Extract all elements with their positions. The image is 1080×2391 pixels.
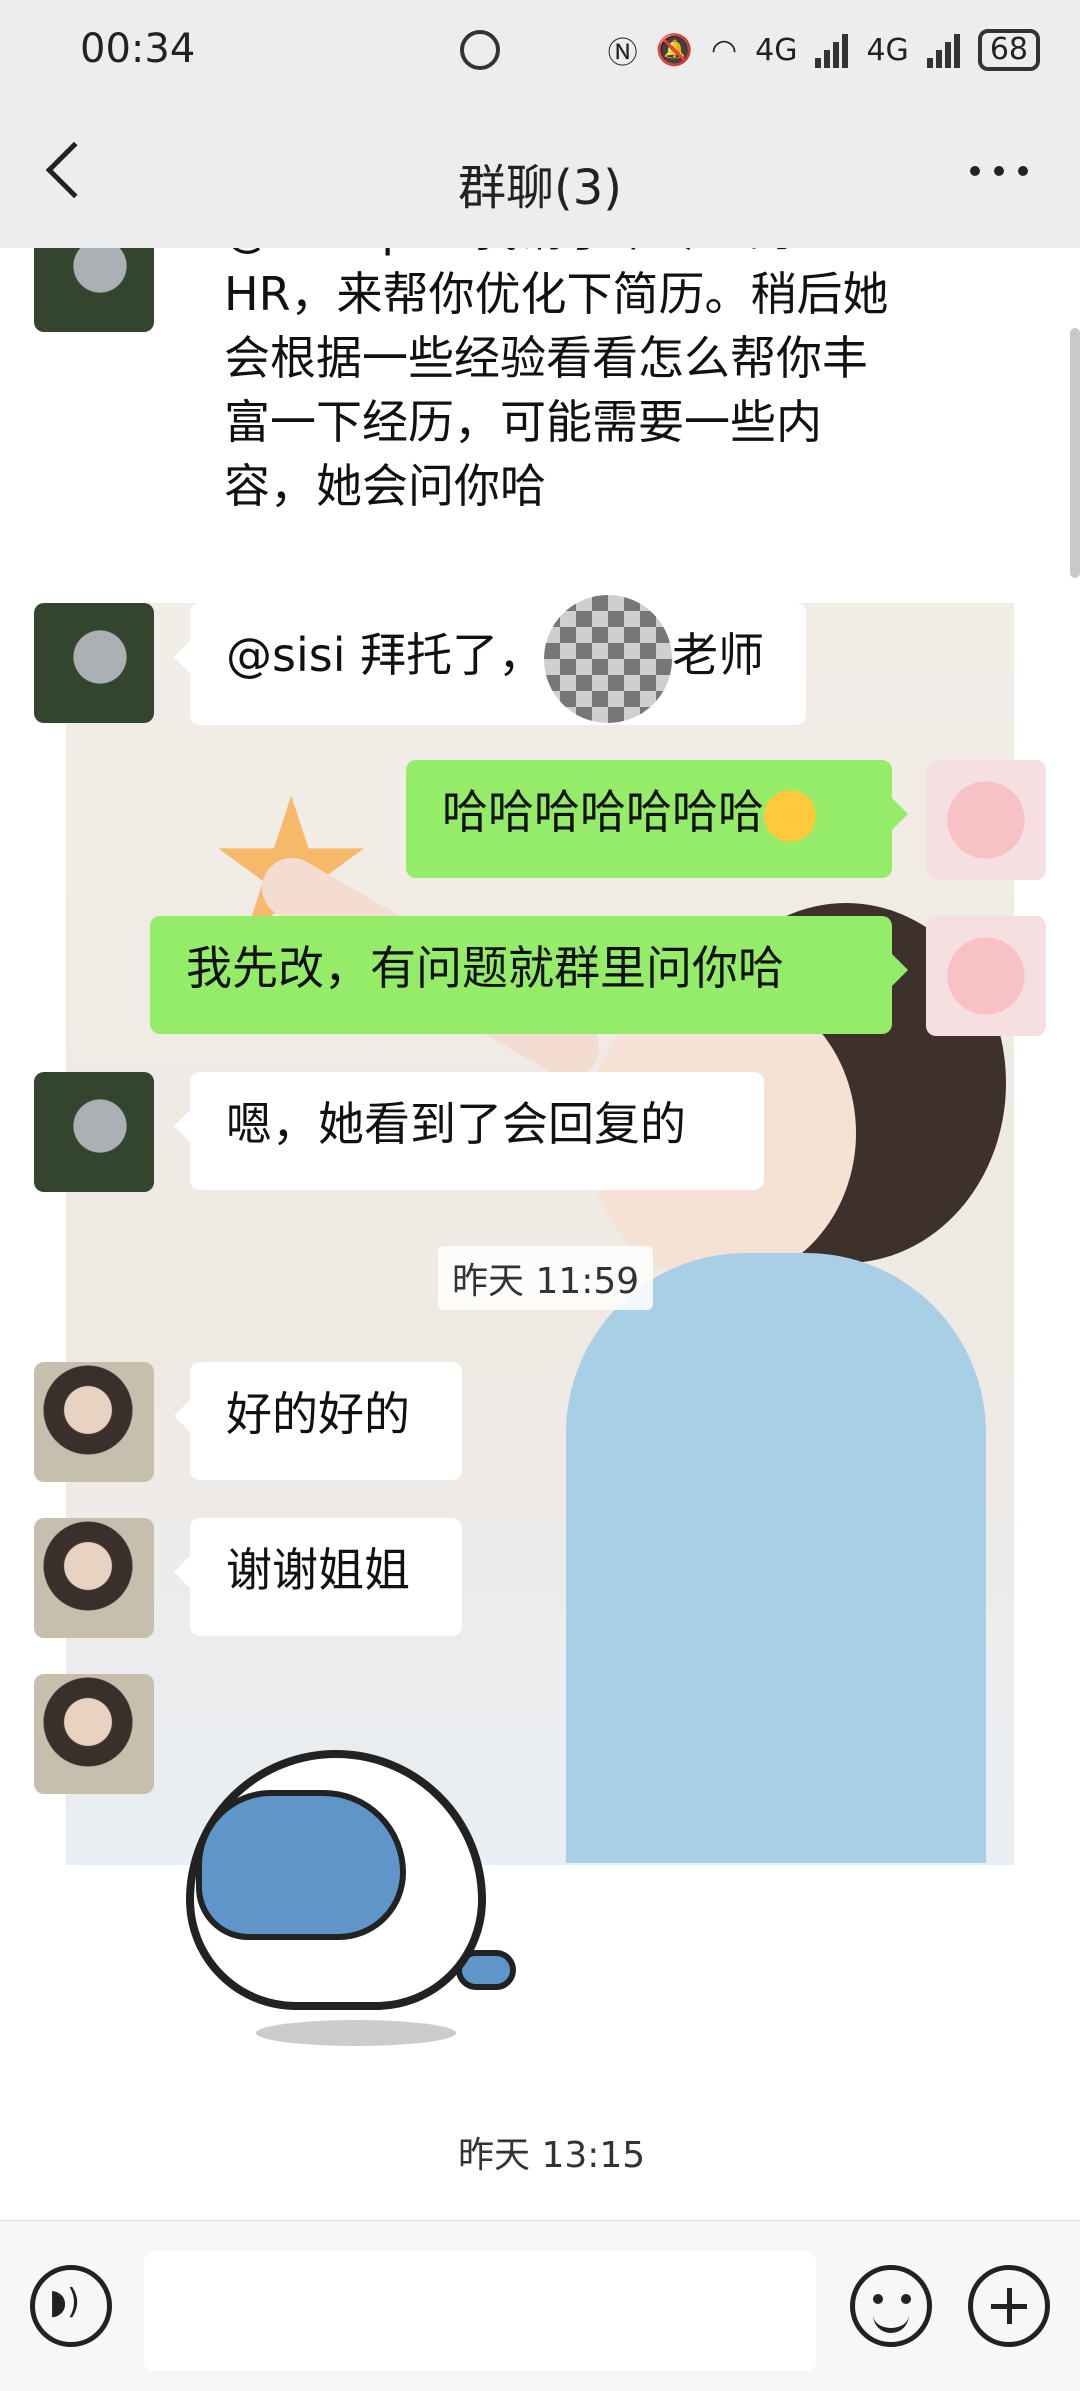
sticker-blue-head bbox=[196, 1790, 406, 1940]
avatar-self[interactable] bbox=[926, 916, 1046, 1036]
message-text: 我先改，有问题就群里问你哈 bbox=[186, 941, 784, 995]
wink-emoji-icon bbox=[764, 789, 816, 842]
plus-icon[interactable] bbox=[968, 2265, 1050, 2347]
message-input[interactable] bbox=[144, 2251, 816, 2371]
network-label-2: 4G bbox=[866, 32, 909, 68]
chat-title: 群聊(3) bbox=[458, 160, 622, 216]
message-text-prefix: @sisi 拜托了， bbox=[226, 628, 545, 682]
more-icon[interactable] bbox=[970, 166, 1028, 176]
status-bar: 00:34 Ⓝ 🔕 ◠ 4G 4G 68 bbox=[0, 0, 1080, 104]
sticker-shadow bbox=[256, 2020, 456, 2046]
message-bubble-self[interactable]: 哈哈哈哈哈哈哈 bbox=[406, 760, 908, 878]
message-text: 哈哈哈哈哈哈哈 bbox=[442, 785, 764, 839]
message-bubble-self[interactable]: 我先改，有问题就群里问你哈 bbox=[150, 916, 908, 1034]
signal-icon-1 bbox=[815, 32, 849, 68]
nfc-icon: Ⓝ bbox=[607, 36, 638, 71]
wifi-icon: ◠ bbox=[710, 32, 738, 68]
message-bubble[interactable]: 好的好的 bbox=[174, 1362, 462, 1480]
emoji-icon[interactable] bbox=[850, 2265, 932, 2347]
chat-header: 群聊(3) bbox=[0, 104, 1080, 249]
battery-icon: 68 bbox=[977, 29, 1040, 71]
sync-icon bbox=[460, 30, 500, 70]
message-bubble[interactable]: 谢谢姐姐 bbox=[174, 1518, 462, 1636]
avatar-donkey[interactable] bbox=[34, 248, 154, 332]
signal-icon-2 bbox=[926, 32, 960, 68]
sticker-message[interactable] bbox=[186, 1750, 526, 2050]
avatar-self[interactable] bbox=[926, 760, 1046, 880]
status-icons: Ⓝ 🔕 ◠ 4G 4G 68 bbox=[608, 28, 1040, 72]
message-text-suffix: 老师 bbox=[672, 628, 765, 682]
message-text: @Whisper 我请了个专业的HR，来帮你优化下简历。稍后她会根据一些经验看看… bbox=[224, 248, 889, 513]
network-label-1: 4G bbox=[755, 32, 798, 68]
message-bubble[interactable]: @Whisper 我请了个专业的HR，来帮你优化下简历。稍后她会根据一些经验看看… bbox=[190, 248, 930, 538]
mute-icon: 🔕 bbox=[655, 32, 693, 68]
scrollbar[interactable] bbox=[1070, 328, 1080, 578]
blurred-name-mosaic bbox=[544, 594, 673, 723]
message-text: 好的好的 bbox=[226, 1387, 410, 1441]
status-time: 00:34 bbox=[80, 26, 196, 72]
avatar-donkey[interactable] bbox=[34, 603, 154, 723]
message-text: 嗯，她看到了会回复的 bbox=[226, 1097, 686, 1151]
timestamp: 昨天 11:59 bbox=[438, 1246, 654, 1310]
avatar-girl[interactable] bbox=[34, 1518, 154, 1638]
message-list[interactable]: ★ ★ @Whisper 我请了个专业的HR，来帮你优化下简历。稍后她会根据一些… bbox=[0, 248, 1080, 2220]
voice-input-icon[interactable] bbox=[30, 2265, 112, 2347]
avatar-donkey[interactable] bbox=[34, 1072, 154, 1192]
timestamp: 昨天 13:15 bbox=[444, 2120, 660, 2184]
avatar-girl[interactable] bbox=[34, 1362, 154, 1482]
background-girl-body bbox=[566, 1253, 986, 1863]
message-bubble[interactable]: @sisi 拜托了， 老师 bbox=[174, 594, 806, 725]
message-text: 谢谢姐姐 bbox=[226, 1543, 410, 1597]
input-bar bbox=[0, 2220, 1080, 2391]
avatar-girl[interactable] bbox=[34, 1674, 154, 1794]
message-bubble[interactable]: 嗯，她看到了会回复的 bbox=[174, 1072, 764, 1190]
